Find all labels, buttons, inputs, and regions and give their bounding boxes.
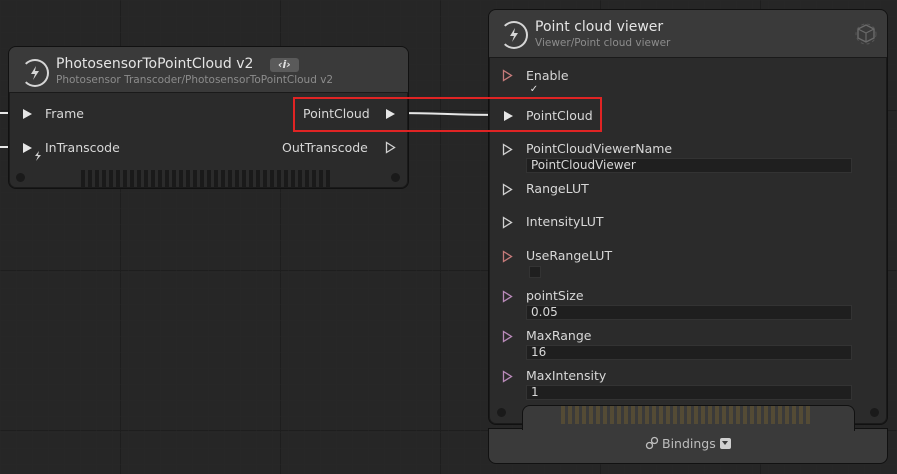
bindings-tab[interactable] <box>522 405 855 431</box>
lightning-icon <box>500 21 528 49</box>
node-resize-strip[interactable] <box>81 170 333 188</box>
node-corner-dot <box>16 173 25 182</box>
port-intranscode-input[interactable] <box>23 143 32 153</box>
node-subtitle: Viewer/Point cloud viewer <box>535 37 671 49</box>
port-label-viewername: PointCloudViewerName <box>526 141 673 156</box>
port-label-maxintensity: MaxIntensity <box>526 368 607 383</box>
maxrange-field[interactable]: 16 <box>526 345 852 360</box>
userangelut-checkbox[interactable] <box>529 266 541 278</box>
port-frame-input[interactable] <box>23 109 32 119</box>
port-pointsize-input[interactable] <box>502 290 513 303</box>
node-corner-dot <box>391 173 400 182</box>
node-corner-dot <box>497 408 506 417</box>
bindings-label[interactable]: Bindings <box>662 436 716 451</box>
port-outtranscode-output[interactable] <box>385 141 396 154</box>
node-title: PhotosensorToPointCloud v2 <box>56 56 254 72</box>
port-maxrange-input[interactable] <box>502 330 513 343</box>
bindings-resize-strip[interactable] <box>561 406 813 424</box>
port-rangelut-input[interactable] <box>502 183 513 196</box>
maxintensity-field[interactable]: 1 <box>526 385 852 400</box>
port-maxintensity-input[interactable] <box>502 370 513 383</box>
port-userangelut-input[interactable] <box>502 250 513 263</box>
node-point-cloud-viewer[interactable]: Point cloud viewer Viewer/Point cloud vi… <box>488 9 888 425</box>
port-label-outtranscode: OutTranscode <box>282 140 368 155</box>
lightning-small-icon <box>35 151 41 161</box>
port-label-intensitylut: IntensityLUT <box>526 214 604 229</box>
port-label-rangelut: RangeLUT <box>526 181 589 196</box>
highlight-box <box>293 97 602 132</box>
node-corner-dot <box>870 408 879 417</box>
chevron-down-icon[interactable] <box>720 438 731 449</box>
port-label-frame: Frame <box>45 106 84 121</box>
pointsize-field[interactable]: 0.05 <box>526 305 852 320</box>
port-label-maxrange: MaxRange <box>526 328 592 343</box>
enable-checkbox[interactable]: ✓ <box>529 85 539 95</box>
port-label-userangelut: UseRangeLUT <box>526 248 613 263</box>
viewer-cube-icon[interactable] <box>853 21 879 47</box>
port-label-enable: Enable <box>526 68 569 83</box>
port-intensitylut-input[interactable] <box>502 216 513 229</box>
port-viewername-input[interactable] <box>502 143 513 156</box>
viewername-field[interactable]: PointCloudViewer <box>526 158 852 173</box>
port-enable-input[interactable] <box>502 69 513 82</box>
node-subtitle: Photosensor Transcoder/PhotosensorToPoin… <box>56 74 334 86</box>
lightning-icon <box>21 59 49 87</box>
port-label-pointsize: pointSize <box>526 288 584 303</box>
node-title: Point cloud viewer <box>535 19 664 35</box>
link-icon <box>645 436 659 450</box>
port-label-intranscode: InTranscode <box>45 140 120 155</box>
info-badge[interactable]: ‹i› <box>270 58 299 72</box>
